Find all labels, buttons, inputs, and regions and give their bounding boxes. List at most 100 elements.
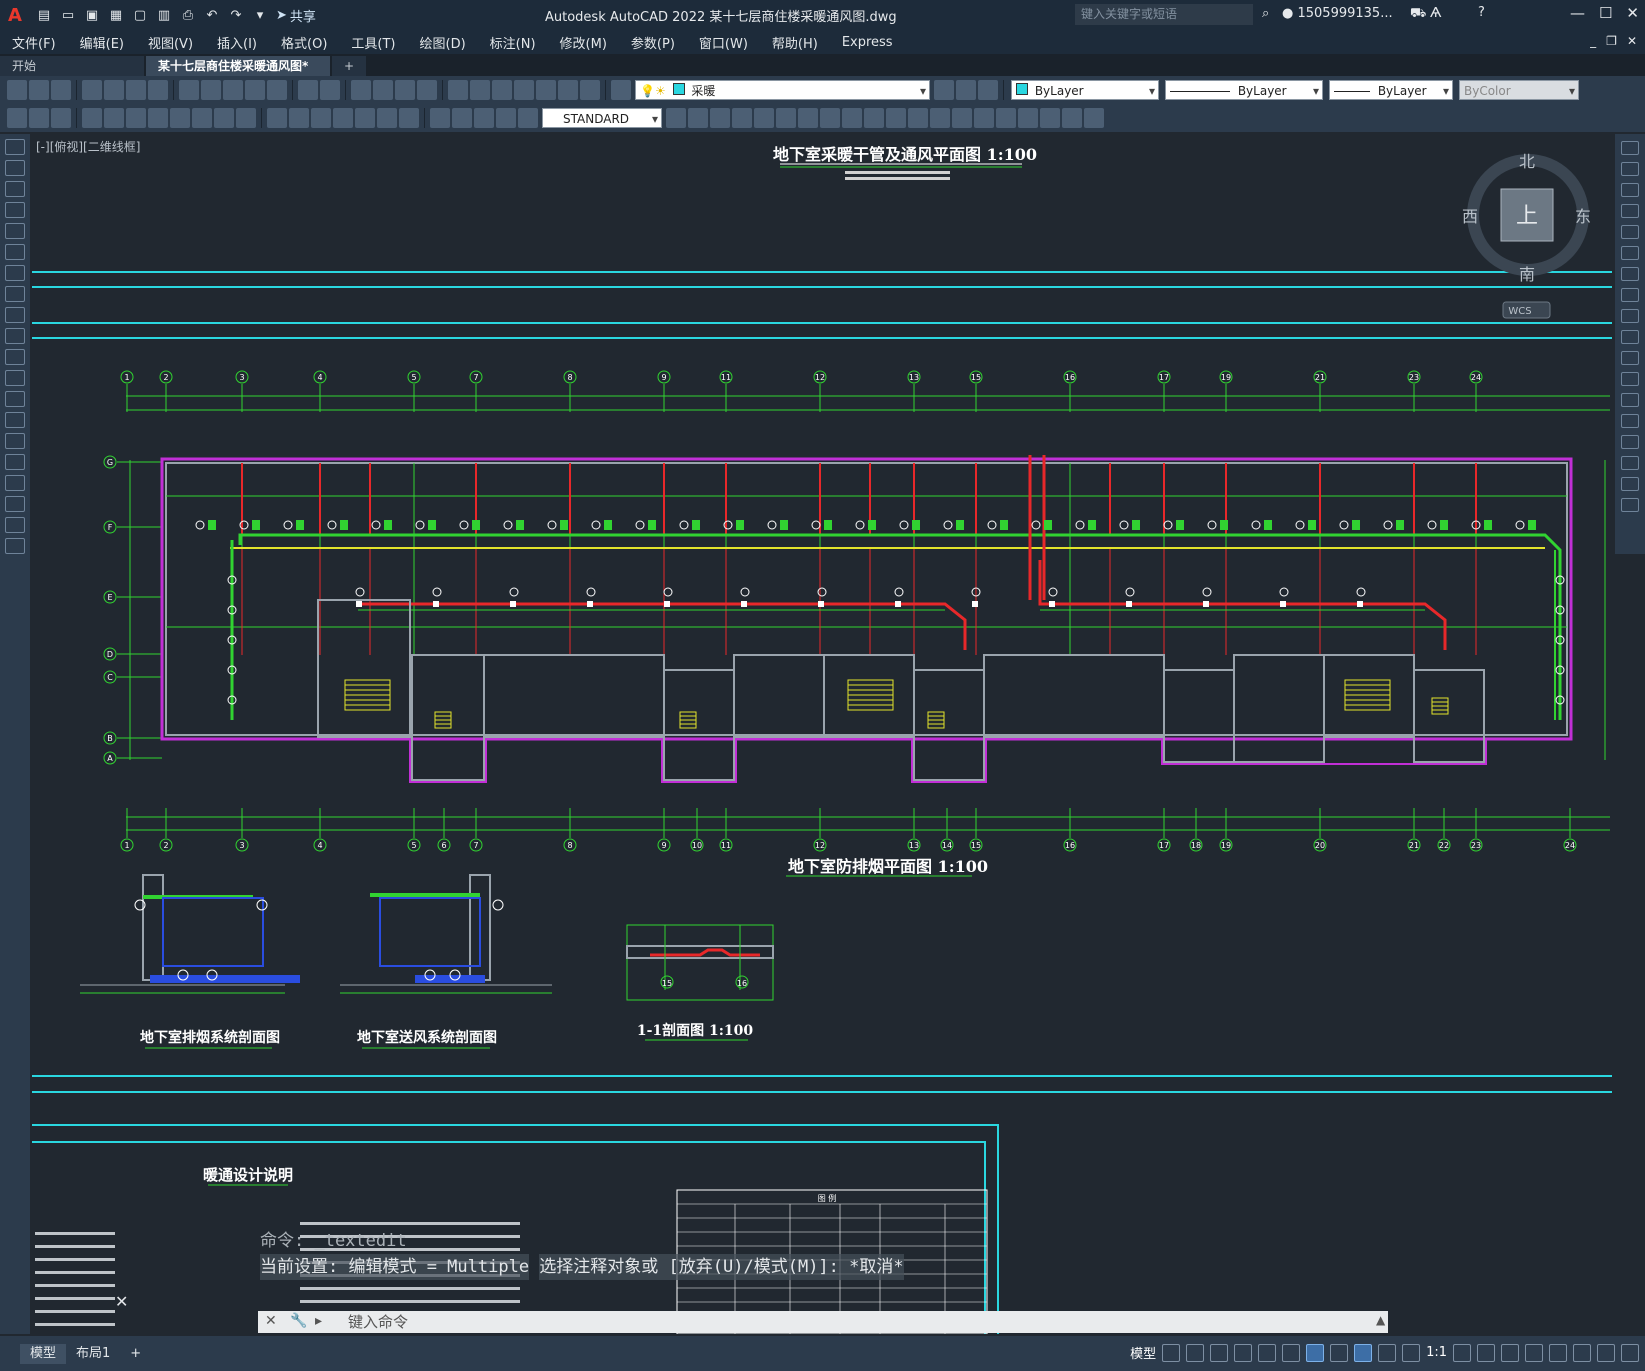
menu-item-12[interactable]: Express [830, 35, 905, 50]
draw-polygon-icon[interactable] [5, 202, 25, 218]
tool-layer-previous-icon[interactable] [956, 80, 976, 100]
viewcube-south[interactable]: 南 [1519, 265, 1535, 284]
menu-item-8[interactable]: 修改(M) [548, 33, 619, 52]
tool-palettes-icon[interactable] [492, 80, 512, 100]
lineweight-toggle-icon[interactable] [1330, 1343, 1349, 1362]
tool-markup-icon[interactable] [536, 80, 556, 100]
search-icon[interactable]: ⌕ [1262, 6, 1269, 21]
command-input[interactable]: 键入命令 [258, 1311, 1388, 1333]
draw-line-icon[interactable] [5, 139, 25, 155]
open-file-icon[interactable]: ▭ [58, 5, 78, 25]
polar-toggle-icon[interactable] [1234, 1343, 1253, 1362]
modify-erase-icon[interactable] [1621, 141, 1639, 155]
tool-ucs-world-icon[interactable] [29, 108, 49, 128]
tool-inspect-icon[interactable] [430, 108, 450, 128]
draw-ellipse-arc-icon[interactable] [5, 349, 25, 365]
redo-icon[interactable]: ↷ [226, 5, 246, 25]
tool-make-current-icon[interactable] [934, 80, 954, 100]
tool-dim-angular-icon[interactable] [236, 108, 256, 128]
viewcube-west[interactable]: 西 [1462, 207, 1478, 226]
menu-item-2[interactable]: 视图(V) [136, 33, 205, 52]
menu-item-10[interactable]: 窗口(W) [687, 33, 760, 52]
tool-image-icon[interactable] [754, 108, 774, 128]
web-mobile-icon[interactable]: ▢ [130, 5, 150, 25]
tool-jogged-linear-icon[interactable] [452, 108, 472, 128]
modify-rotate-icon[interactable] [1621, 267, 1639, 281]
clean-screen-icon[interactable] [1597, 1343, 1615, 1362]
menu-item-4[interactable]: 格式(O) [269, 33, 339, 52]
tool-zoom-realtime-icon[interactable] [373, 80, 393, 100]
tool-ucs-icon[interactable] [7, 108, 27, 128]
viewcube-north[interactable]: 北 [1519, 152, 1535, 171]
tool-new-icon[interactable] [7, 80, 27, 100]
doc-close-icon[interactable]: ✕ [1627, 34, 1637, 48]
tool-fly-icon[interactable] [1018, 108, 1038, 128]
draw-table-icon[interactable] [5, 496, 25, 512]
command-expand-icon[interactable]: ▲ [1376, 1313, 1385, 1327]
menu-item-1[interactable]: 编辑(E) [68, 33, 136, 52]
plotstyle-dropdown[interactable]: ByColor [1459, 80, 1579, 101]
tool-named-views-icon[interactable] [820, 108, 840, 128]
viewcube-top[interactable]: 上 [1516, 204, 1538, 229]
modify-fillet-icon[interactable] [1621, 456, 1639, 470]
color-dropdown[interactable]: ByLayer [1011, 80, 1159, 101]
command-prompt-icon[interactable]: ▸ [315, 1313, 322, 1329]
tool-materials-icon[interactable] [930, 108, 950, 128]
draw-polyline-icon[interactable] [5, 181, 25, 197]
tool-layer-state-icon[interactable] [978, 80, 998, 100]
modify-stretch-icon[interactable] [1621, 309, 1639, 323]
tool-dim-update-icon[interactable] [518, 108, 538, 128]
tab-layout1[interactable]: 布局1 [66, 1344, 120, 1364]
tool-center-mark-icon[interactable] [399, 108, 419, 128]
tool-dim-break-icon[interactable] [355, 108, 375, 128]
tool-camera-icon[interactable] [974, 108, 994, 128]
autodesk-a360-icon[interactable]: Ѧ [1430, 6, 1441, 21]
tool-xref-icon[interactable] [732, 108, 752, 128]
draw-point-icon[interactable] [5, 412, 25, 428]
autoscale-icon[interactable] [1378, 1343, 1397, 1362]
autocad-logo-icon[interactable]: A [0, 0, 30, 30]
tool-3d-orbit-icon[interactable] [1040, 108, 1060, 128]
draw-ellipse-icon[interactable] [5, 328, 25, 344]
tool-cut-icon[interactable] [179, 80, 199, 100]
tool-zoom-previous-icon[interactable] [417, 80, 437, 100]
draw-gradient-icon[interactable] [5, 454, 25, 470]
draw-add-selected-icon[interactable] [5, 538, 25, 554]
modify-break-icon[interactable] [1621, 393, 1639, 407]
customize-dropdown-icon[interactable]: ▾ [250, 5, 270, 25]
layer-dropdown[interactable]: 💡☀ 采暖 [635, 80, 930, 101]
close-icon[interactable]: ✕ [1626, 4, 1639, 22]
print-icon[interactable]: ⎙ [178, 5, 198, 25]
annomonitor-plus-icon[interactable] [1477, 1343, 1495, 1362]
modify-array-icon[interactable] [1621, 225, 1639, 239]
tool-3dprint-icon[interactable] [148, 80, 168, 100]
cart-icon[interactable]: ⛟ [1410, 6, 1426, 23]
new-tab-button[interactable]: + [332, 56, 367, 76]
draw-region-icon[interactable] [5, 475, 25, 491]
draw-mtext-icon[interactable] [5, 517, 25, 533]
model-space-label[interactable]: 模型 [1130, 1343, 1156, 1362]
tool-designcenter-icon[interactable] [470, 80, 490, 100]
tool-dim-text-edit-icon[interactable] [496, 108, 516, 128]
modify-scale-icon[interactable] [1621, 288, 1639, 302]
tool-render-icon[interactable] [908, 108, 928, 128]
tool-matchprop-icon[interactable] [245, 80, 265, 100]
tool-steering-icon[interactable] [1084, 108, 1104, 128]
modify-join-icon[interactable] [1621, 414, 1639, 428]
viewport-label[interactable]: [-][俯视][二维线框] [36, 138, 140, 155]
tool-dim-jogged-icon[interactable] [192, 108, 212, 128]
menu-item-6[interactable]: 绘图(D) [408, 33, 478, 52]
menu-item-7[interactable]: 标注(N) [478, 33, 548, 52]
tool-clip-icon[interactable] [776, 108, 796, 128]
tool-show-motion-icon[interactable] [1062, 108, 1082, 128]
new-file-icon[interactable]: ▤ [34, 5, 54, 25]
draw-construction-line-icon[interactable] [5, 160, 25, 176]
draw-rectangle-icon[interactable] [5, 223, 25, 239]
wcs-label[interactable]: WCS [1508, 306, 1531, 317]
tool-dim-linear-icon[interactable] [82, 108, 102, 128]
tab-start[interactable]: 开始 [0, 56, 144, 76]
viewcube-east[interactable]: 东 [1575, 207, 1591, 226]
modify-offset-icon[interactable] [1621, 204, 1639, 218]
modify-copy-icon[interactable] [1621, 162, 1639, 176]
draw-arc-icon[interactable] [5, 244, 25, 260]
